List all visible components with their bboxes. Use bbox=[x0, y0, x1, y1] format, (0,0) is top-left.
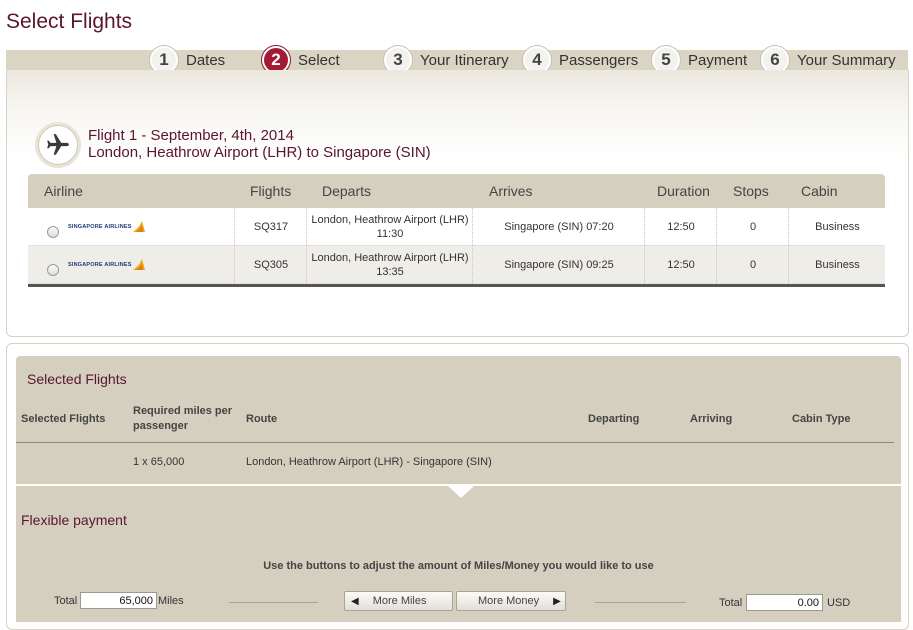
column-header-airline: Airline bbox=[44, 183, 83, 199]
flight-select-radio[interactable] bbox=[47, 264, 59, 276]
arrives-cell: Singapore (SIN) 09:25 bbox=[472, 246, 645, 283]
column-header-departing: Departing bbox=[588, 413, 640, 425]
booking-progress-stepper: 1 Dates 2 Select 3 Your Itinerary 4 Pass… bbox=[6, 46, 908, 74]
more-money-label: More Money bbox=[478, 595, 540, 607]
money-amount-field[interactable] bbox=[746, 594, 823, 611]
column-header-arriving: Arriving bbox=[690, 413, 733, 425]
duration-cell: 12:50 bbox=[644, 208, 717, 245]
chevron-left-icon: ◀ bbox=[351, 595, 359, 607]
stops-cell: 0 bbox=[716, 246, 789, 283]
step-label: Your Summary bbox=[797, 51, 896, 69]
flight-number: SQ317 bbox=[234, 208, 307, 245]
column-header-cabin-type: Cabin Type bbox=[792, 413, 851, 425]
stops-cell: 0 bbox=[716, 208, 789, 245]
column-header-departs: Departs bbox=[322, 183, 372, 199]
step-label: Payment bbox=[688, 51, 748, 69]
flexible-payment-instruction: Use the buttons to adjust the amount of … bbox=[263, 560, 654, 572]
flight-number: SQ305 bbox=[234, 246, 307, 283]
total-miles-label: Total bbox=[54, 595, 78, 607]
flight-select-radio[interactable] bbox=[47, 226, 59, 238]
singapore-airlines-logo: SINGAPORE AIRLINES bbox=[68, 220, 146, 234]
column-header-route: Route bbox=[246, 413, 278, 425]
departs-place: London, Heathrow Airport (LHR) bbox=[311, 213, 469, 226]
departs-time: 11:30 bbox=[376, 227, 404, 240]
step-label: Your Itinerary bbox=[420, 51, 509, 69]
duration-cell: 12:50 bbox=[644, 246, 717, 283]
column-header-stops: Stops bbox=[733, 183, 769, 199]
flight-date: Flight 1 - September, 4th, 2014 bbox=[88, 127, 294, 144]
table-header: Airline Flights Departs Arrives Duration… bbox=[28, 174, 885, 208]
divider-line bbox=[595, 602, 686, 603]
column-header-arrives: Arrives bbox=[489, 183, 533, 199]
miles-unit-label: Miles bbox=[158, 595, 184, 607]
booking-summary-panel: Selected Flights Selected Flights Requir… bbox=[6, 343, 909, 630]
airline-name: SINGAPORE AIRLINES bbox=[68, 224, 132, 230]
flight-heading: Flight 1 - September, 4th, 2014 London, … bbox=[88, 127, 431, 161]
step-label: Dates bbox=[186, 51, 226, 69]
currency-label: USD bbox=[827, 597, 851, 609]
miles-amount-field[interactable] bbox=[80, 592, 157, 609]
required-miles-line2: passenger bbox=[133, 420, 189, 432]
departs-cell: London, Heathrow Airport (LHR) 11:30 bbox=[306, 208, 473, 245]
airline-bird-icon bbox=[132, 259, 145, 270]
table-row[interactable]: SINGAPORE AIRLINES SQ305 London, Heathro… bbox=[28, 246, 885, 284]
selected-flights-section: Selected Flights Selected Flights Requir… bbox=[16, 356, 901, 484]
column-header-duration: Duration bbox=[657, 183, 710, 199]
column-header-required-miles: Required miles per passenger bbox=[133, 404, 232, 434]
table-bottom-rule bbox=[28, 284, 885, 287]
flight-selection-panel: Flight 1 - September, 4th, 2014 London, … bbox=[6, 70, 909, 337]
flight-route: London, Heathrow Airport (LHR) to Singap… bbox=[88, 144, 431, 161]
divider bbox=[16, 442, 894, 443]
plane-icon bbox=[38, 125, 78, 165]
departs-cell: London, Heathrow Airport (LHR) 13:35 bbox=[306, 246, 473, 283]
selected-flights-title: Selected Flights bbox=[27, 371, 127, 387]
required-miles-line1: Required miles per bbox=[133, 405, 233, 417]
cabin-cell: Business bbox=[788, 246, 886, 283]
airline-name: SINGAPORE AIRLINES bbox=[68, 262, 132, 268]
cabin-cell: Business bbox=[788, 208, 886, 245]
singapore-airlines-logo: SINGAPORE AIRLINES bbox=[68, 258, 146, 272]
step-label: Select bbox=[298, 51, 340, 69]
chevron-right-icon: ▶ bbox=[553, 595, 561, 607]
column-header-cabin: Cabin bbox=[801, 183, 838, 199]
section-notch bbox=[448, 486, 474, 498]
more-miles-label: More Miles bbox=[372, 595, 427, 607]
divider-line bbox=[229, 602, 318, 603]
step-label: Passengers bbox=[559, 51, 639, 69]
column-header-selected-flights: Selected Flights bbox=[21, 413, 106, 425]
flexible-payment-section: Flexible payment Use the buttons to adju… bbox=[16, 486, 901, 622]
route-value: London, Heathrow Airport (LHR) - Singapo… bbox=[246, 456, 492, 468]
airline-bird-icon bbox=[132, 221, 145, 232]
more-money-button[interactable]: More Money ▶ bbox=[456, 591, 566, 611]
required-miles-value: 1 x 65,000 bbox=[133, 456, 185, 468]
departs-time: 13:35 bbox=[376, 265, 404, 278]
departs-place: London, Heathrow Airport (LHR) bbox=[311, 251, 469, 264]
table-row[interactable]: SINGAPORE AIRLINES SQ317 London, Heathro… bbox=[28, 208, 885, 246]
column-header-flights: Flights bbox=[250, 183, 292, 199]
flight-results-table: Airline Flights Departs Arrives Duration… bbox=[28, 174, 885, 287]
total-money-label: Total bbox=[719, 597, 743, 609]
flexible-payment-title: Flexible payment bbox=[21, 512, 127, 528]
page-title: Select Flights bbox=[6, 10, 133, 33]
arrives-cell: Singapore (SIN) 07:20 bbox=[472, 208, 645, 245]
more-miles-button[interactable]: ◀ More Miles bbox=[344, 591, 453, 611]
